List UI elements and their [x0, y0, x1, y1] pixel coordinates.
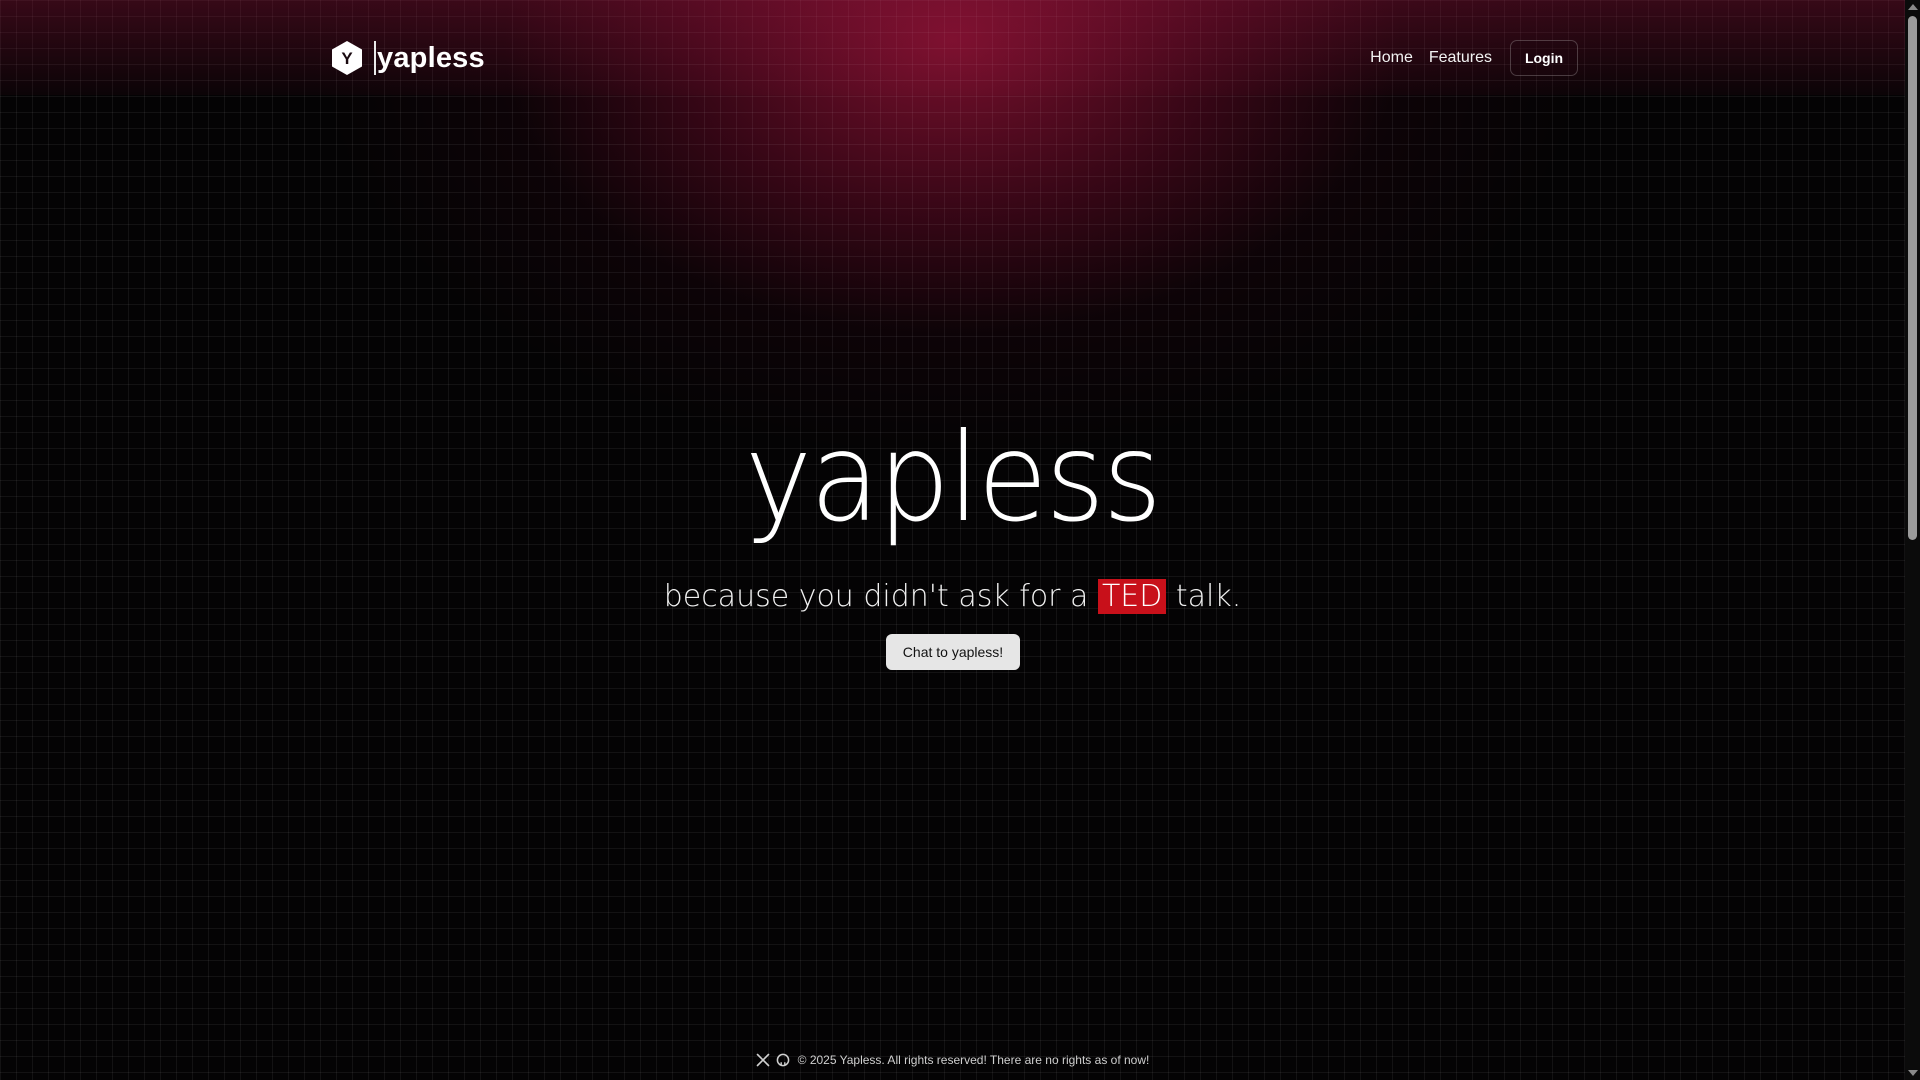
- brand-name: yapless: [377, 42, 485, 74]
- login-button[interactable]: Login: [1510, 40, 1578, 76]
- chat-cta-button[interactable]: Chat to yapless!: [886, 634, 1020, 670]
- scroll-up-arrow-icon[interactable]: [1908, 4, 1918, 10]
- site-footer: © 2025 Yapless. All rights reserved! The…: [0, 1050, 1905, 1070]
- subtitle-highlight-ted: TED: [1097, 579, 1167, 614]
- brand-logo-link[interactable]: Y yapless: [330, 38, 485, 78]
- scrollbar-thumb[interactable]: [1908, 16, 1917, 540]
- site-header: Y yapless Home Features Login: [330, 38, 1578, 78]
- logo-letter: Y: [341, 49, 353, 68]
- copyright-text: © 2025 Yapless. All rights reserved! The…: [797, 1053, 1150, 1067]
- nav-features-link[interactable]: Features: [1429, 49, 1492, 67]
- landing-page: Y yapless Home Features Login yapless be…: [0, 0, 1920, 1080]
- scroll-down-arrow-icon[interactable]: [1908, 1070, 1918, 1076]
- main-nav: Home Features Login: [1370, 38, 1578, 78]
- github-icon[interactable]: [776, 1053, 790, 1067]
- hero-title: yapless: [744, 407, 1162, 549]
- hero-subtitle: because you didn't ask for a TED talk.: [0, 575, 1905, 619]
- subtitle-text-before: because you didn't ask for a: [663, 579, 1098, 614]
- hexagon-logo-icon: Y: [332, 41, 362, 75]
- vertical-scrollbar[interactable]: [1905, 0, 1920, 1080]
- subtitle-text-after: talk.: [1166, 579, 1242, 614]
- nav-home-link[interactable]: Home: [1370, 49, 1413, 67]
- text-cursor: [374, 41, 376, 75]
- x-icon[interactable]: [756, 1053, 770, 1067]
